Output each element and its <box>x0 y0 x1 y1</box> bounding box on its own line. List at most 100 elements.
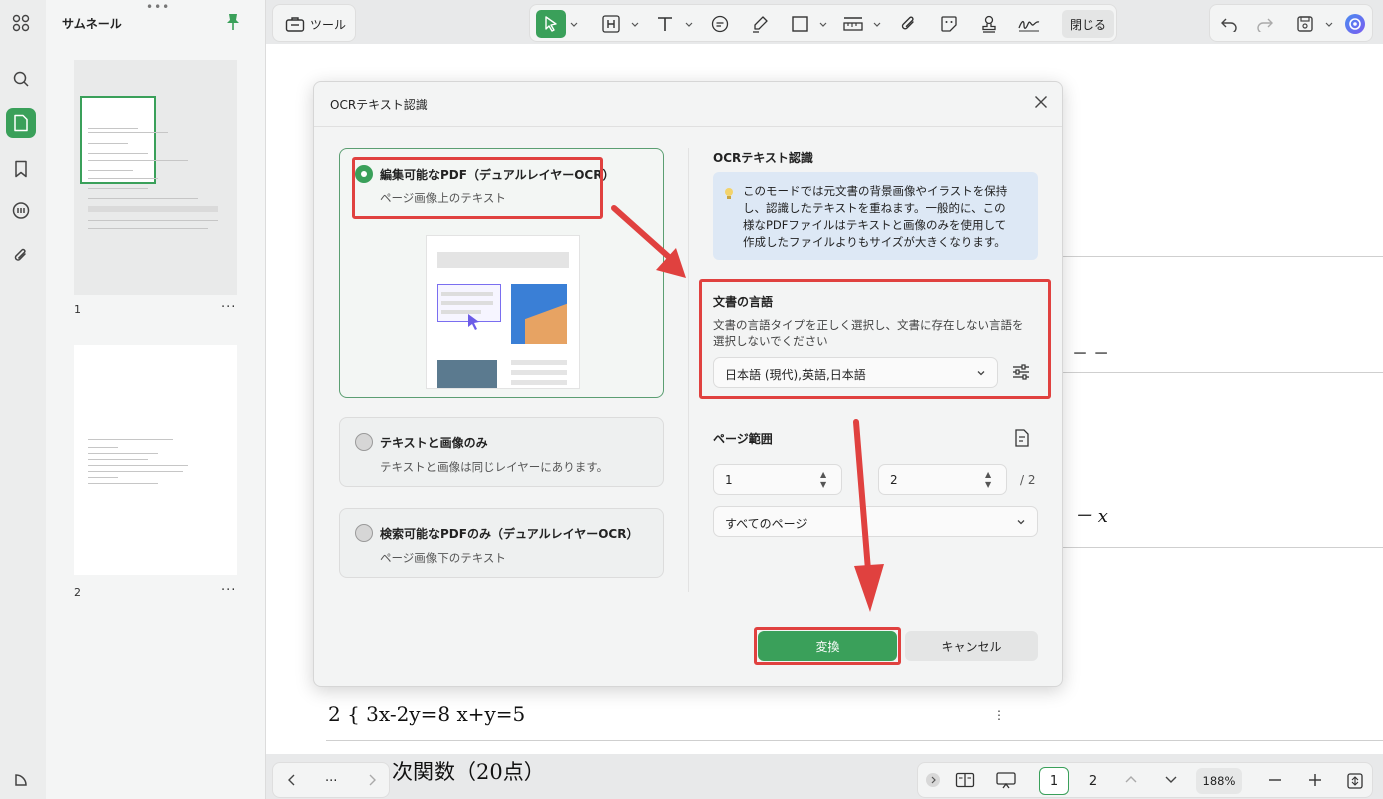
page-from-input[interactable]: 1 ▲ ▼ <box>713 464 842 495</box>
page-button[interactable]: 2 <box>1078 767 1108 795</box>
page-to-value: 2 <box>890 473 898 487</box>
ocr-dialog: OCRテキスト認識 編集可能なPDF（デュアルレイヤーOCR） ページ画像上のテ… <box>313 81 1063 687</box>
info-line: 作成したファイルよりもサイズが大きくなります。 <box>743 235 1006 249</box>
close-icon[interactable] <box>1034 95 1048 109</box>
dialog-title: OCRテキスト認識 <box>330 98 428 112</box>
page-from-value: 1 <box>725 473 733 487</box>
highlighter-icon[interactable] <box>747 11 773 37</box>
reading-mode-icon[interactable] <box>955 772 975 788</box>
zoom-out-icon[interactable] <box>1268 773 1282 787</box>
rectangle-shape-icon[interactable] <box>787 11 813 37</box>
cursor-arrow-icon <box>465 312 483 332</box>
pin-icon[interactable] <box>226 13 240 31</box>
page-thumbnail-1[interactable] <box>74 60 237 295</box>
heading-text-icon[interactable] <box>598 11 624 37</box>
option-description: テキストと画像は同じレイヤーにあります。 <box>380 460 609 474</box>
edit-toolbar: 閉じる <box>529 4 1117 42</box>
redo-icon[interactable] <box>1252 11 1278 37</box>
chevron-down-icon <box>1016 517 1026 527</box>
option-description: ページ画像下のテキスト <box>380 551 506 565</box>
lightbulb-icon <box>723 187 735 201</box>
thumbnail-panel-title: サムネール <box>62 17 122 31</box>
thumbnails-page-icon[interactable] <box>6 108 36 138</box>
document-text-fragment: － x <box>1074 506 1108 527</box>
right-section-title: OCRテキスト認識 <box>713 151 813 165</box>
ocr-option-text-and-images[interactable]: テキストと画像のみ テキストと画像は同じレイヤーにあります。 <box>339 417 664 487</box>
chevron-down-icon[interactable] <box>685 19 693 31</box>
measure-ruler-icon[interactable] <box>840 11 866 37</box>
next-page-icon[interactable] <box>1164 775 1178 785</box>
thumbnail-more-button[interactable]: ··· <box>221 583 236 598</box>
page-range-options-icon[interactable] <box>1013 428 1031 448</box>
annotation-highlight-box <box>699 279 1051 399</box>
previous-page-icon[interactable] <box>1124 774 1138 784</box>
annotation-highlight-box <box>352 157 603 219</box>
document-equation: 2 { 3x-2y=8 x+y=5 <box>328 702 526 726</box>
annotation-arrow <box>853 419 884 612</box>
chevron-down-icon[interactable] <box>570 19 578 31</box>
thumbnail-panel: ••• サムネール 1 ··· 2 ··· <box>46 0 266 799</box>
chevron-down-icon[interactable] <box>1325 19 1333 31</box>
page-button-current[interactable]: 1 <box>1039 767 1069 795</box>
info-line: し、認識したテキストを重ねます。一般的に、この <box>743 201 1006 215</box>
close-edit-button[interactable]: 閉じる <box>1062 10 1114 38</box>
quarter-circle-icon[interactable] <box>6 765 36 795</box>
chevron-down-icon[interactable] <box>873 19 881 31</box>
ocr-option-searchable-pdf[interactable]: 検索可能なPDFのみ（デュアルレイヤーOCR） ページ画像下のテキスト <box>339 508 664 578</box>
page-thumbnail-2[interactable] <box>74 345 237 575</box>
save-icon[interactable] <box>1292 11 1318 37</box>
zoom-in-icon[interactable] <box>1308 773 1322 787</box>
expand-panel-icon[interactable] <box>926 773 940 787</box>
attachment-icon[interactable] <box>6 240 36 270</box>
grid-apps-icon[interactable] <box>6 8 36 38</box>
right-toolbar <box>1209 4 1373 42</box>
text-tool-icon[interactable] <box>652 11 678 37</box>
document-heading: 次関数（20点） <box>392 760 545 784</box>
info-box: このモードでは元文書の背景画像やイラストを保持 し、認識したテキストを重ねます。… <box>713 172 1038 260</box>
page-total: / 2 <box>1020 473 1036 487</box>
page-to-input[interactable]: 2 ▲ ▼ <box>878 464 1007 495</box>
thumbnail-more-button[interactable]: ··· <box>221 300 236 315</box>
radio-button[interactable] <box>355 433 373 451</box>
chevron-down-icon[interactable] <box>631 19 639 31</box>
comment-bubble-icon[interactable] <box>707 11 733 37</box>
stepper-arrows-icon[interactable]: ▲ ▼ <box>820 470 826 490</box>
left-icon-rail <box>0 0 46 799</box>
cancel-button[interactable]: キャンセル <box>905 631 1038 661</box>
undo-icon[interactable] <box>1216 11 1242 37</box>
option-title: 検索可能なPDFのみ（デュアルレイヤーOCR） <box>380 527 639 541</box>
tool-button-label: ツール <box>310 18 347 32</box>
page-scope-value: すべてのページ <box>725 517 808 531</box>
radio-button[interactable] <box>355 524 373 542</box>
annotation-arrow <box>611 205 686 278</box>
select-cursor-icon[interactable] <box>536 10 566 38</box>
bookmark-icon[interactable] <box>6 154 36 184</box>
thumbnail-page-number: 2 <box>74 586 81 599</box>
ai-assistant-icon[interactable] <box>1342 11 1368 37</box>
toolbox-icon <box>285 15 305 33</box>
sticker-icon[interactable] <box>936 11 962 37</box>
annotation-highlight-box <box>754 627 901 665</box>
more-button[interactable]: ... <box>325 770 337 785</box>
search-icon[interactable] <box>6 64 36 94</box>
page-scroll-nav: ... <box>272 762 390 798</box>
tool-button[interactable]: ツール <box>272 4 356 42</box>
stepper-arrows-icon[interactable]: ▲ ▼ <box>985 470 991 490</box>
info-line: このモードでは元文書の背景画像やイラストを保持 <box>743 184 1008 198</box>
thumbnail-page-number: 1 <box>74 303 81 316</box>
chevron-right-icon[interactable] <box>367 773 377 787</box>
signature-icon[interactable] <box>1016 11 1042 37</box>
chevron-left-icon[interactable] <box>287 773 297 787</box>
zoom-level-display[interactable]: 188% <box>1196 768 1242 794</box>
chevron-down-icon[interactable] <box>819 19 827 31</box>
info-text: このモードでは元文書の背景画像やイラストを保持 し、認識したテキストを重ねます。… <box>743 183 1007 251</box>
bottom-view-bar: 1 2 188% <box>917 762 1373 798</box>
comment-icon[interactable] <box>6 196 36 226</box>
option-title: テキストと画像のみ <box>380 436 488 450</box>
panel-drag-handle[interactable]: ••• <box>146 0 170 14</box>
attach-file-icon[interactable] <box>896 11 922 37</box>
editable-pdf-illustration <box>426 235 580 389</box>
presentation-icon[interactable] <box>995 771 1017 789</box>
stamp-icon[interactable] <box>976 11 1002 37</box>
fit-page-icon[interactable] <box>1346 772 1364 790</box>
